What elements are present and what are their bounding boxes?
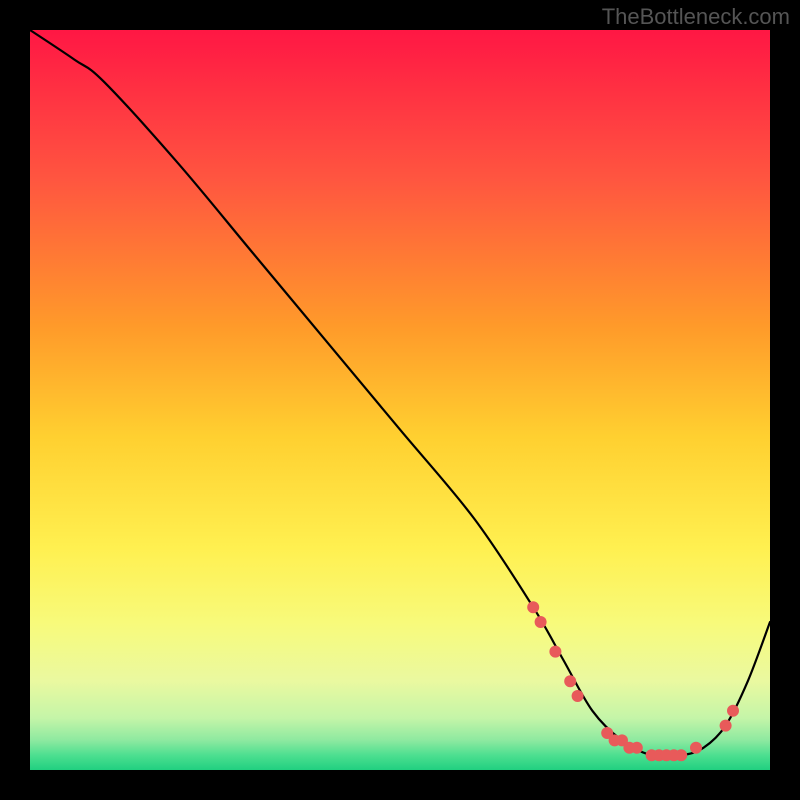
marker-point [564,675,576,687]
marker-point [690,742,702,754]
marker-point [720,720,732,732]
gradient-background [30,30,770,770]
marker-point [572,690,584,702]
marker-point [727,705,739,717]
marker-point [527,601,539,613]
chart-container: TheBottleneck.com [0,0,800,800]
watermark-text: TheBottleneck.com [602,4,790,30]
marker-point [535,616,547,628]
marker-point [675,749,687,761]
marker-point [549,646,561,658]
chart-plot [0,0,800,800]
marker-point [631,742,643,754]
